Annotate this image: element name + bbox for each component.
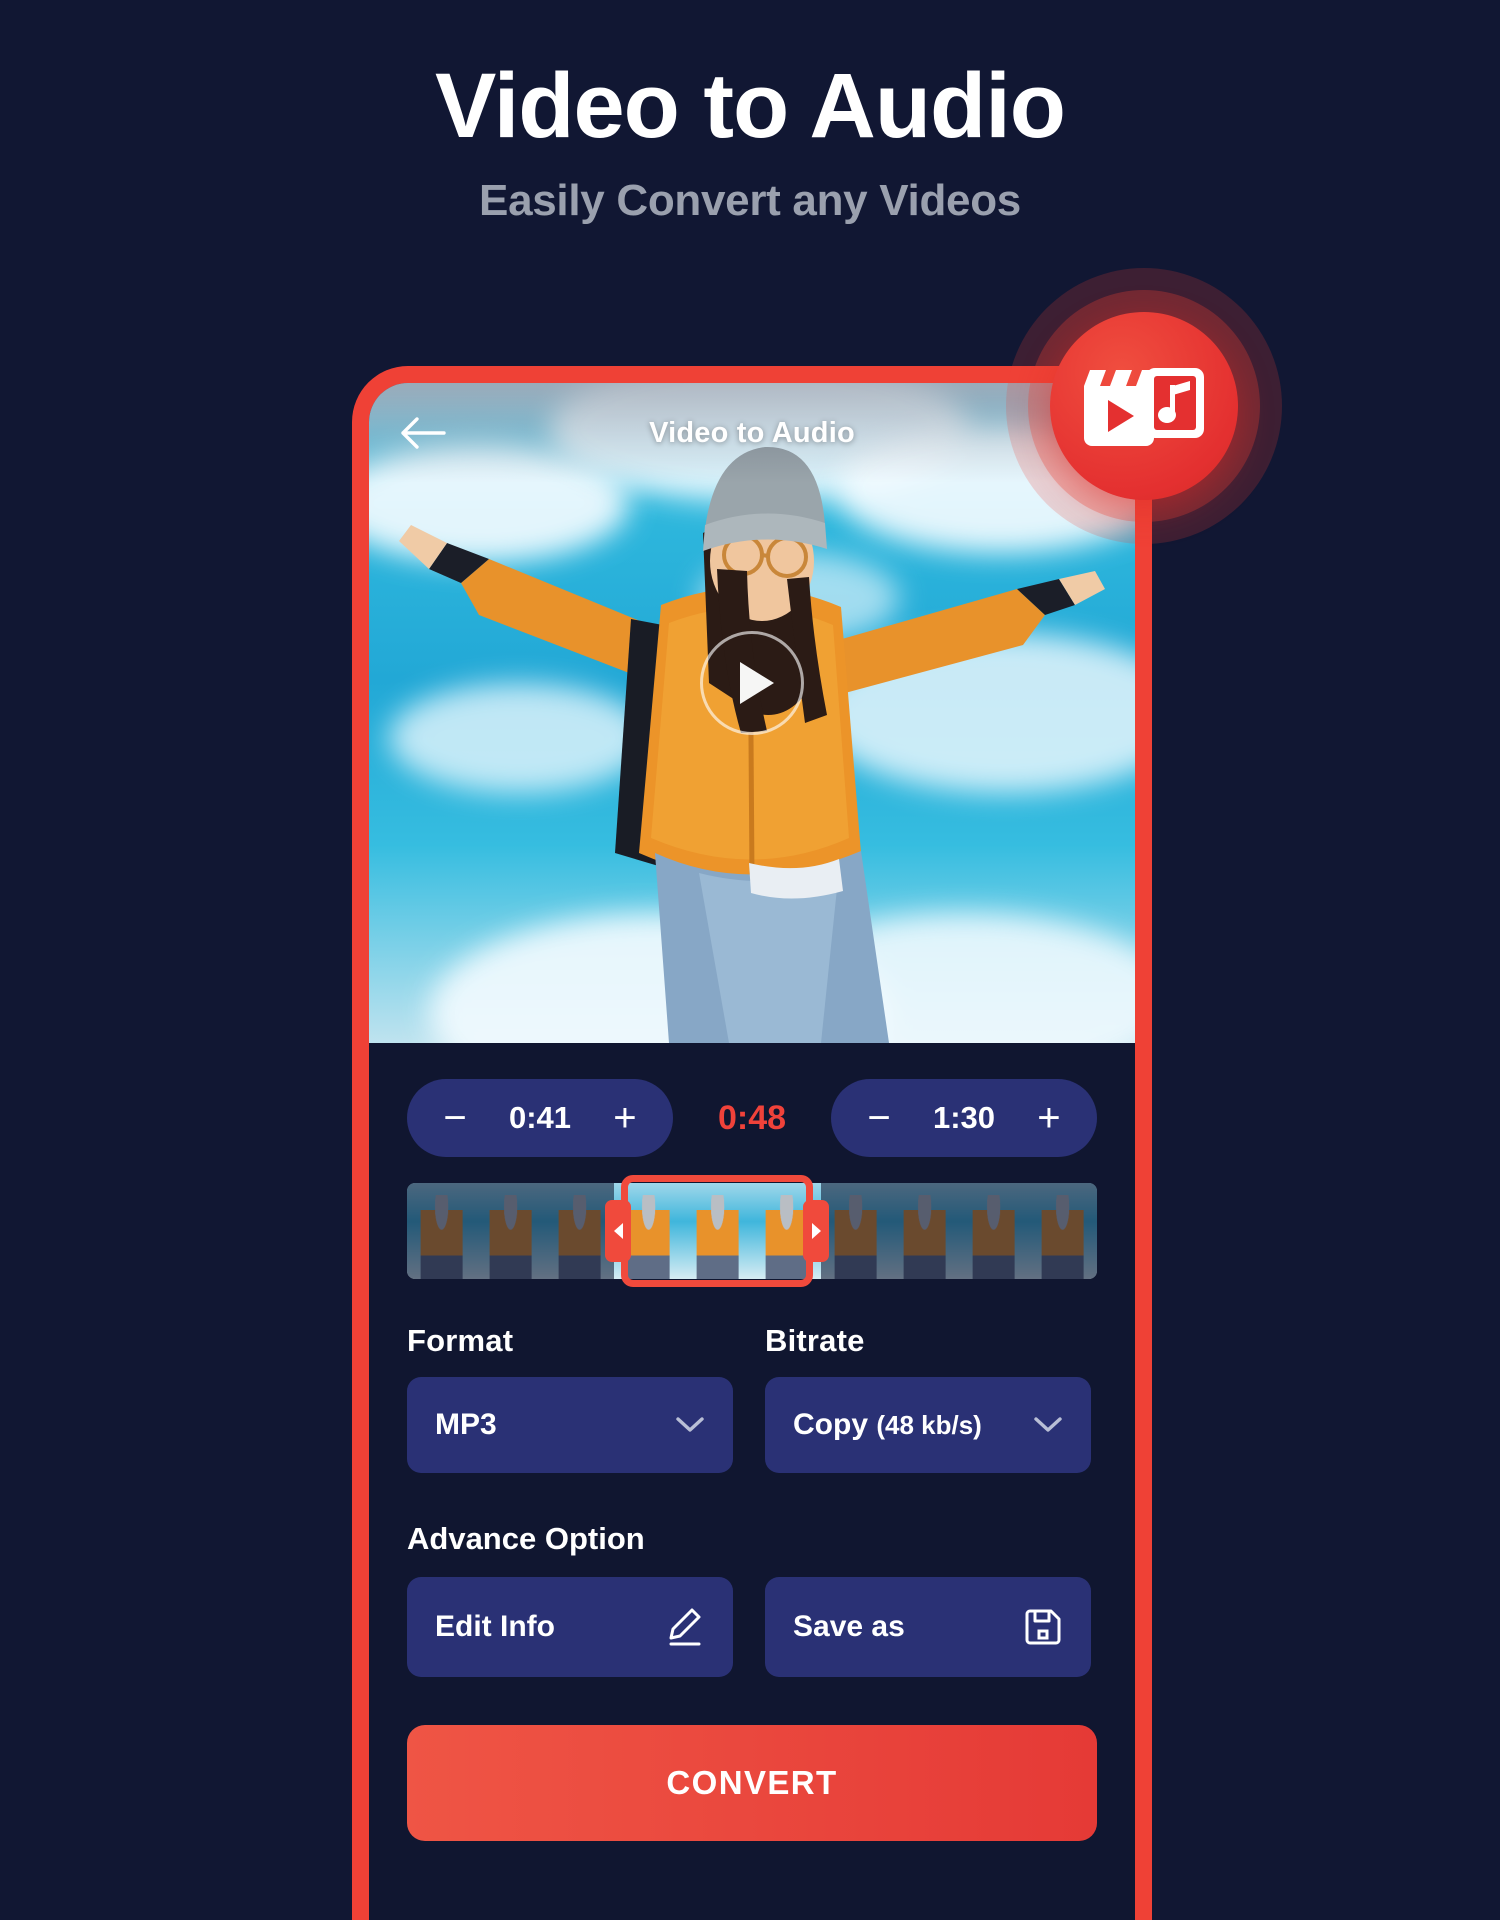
floppy-disk-icon [1025,1609,1061,1645]
start-time-minus-button[interactable]: − [435,1098,475,1138]
filmstrip-frame [614,1183,683,1279]
chevron-down-icon [676,1417,704,1432]
app-icon-badge [1006,268,1282,544]
back-arrow-icon [401,417,446,449]
filmstrip-frame [821,1183,890,1279]
badge-circle [1050,312,1238,500]
filmstrip-frame [476,1183,545,1279]
app-header-title: Video to Audio [649,416,855,449]
filmstrip [407,1183,1097,1279]
chevron-down-icon [1034,1417,1062,1432]
play-button[interactable] [700,631,804,735]
save-as-label: Save as [793,1610,905,1643]
filmstrip-frame [890,1183,959,1279]
page-title: Video to Audio [435,55,1066,157]
convert-button[interactable]: CONVERT [407,1725,1097,1841]
format-bitrate-selects: MP3 Copy (48 kb/s) [407,1377,1097,1473]
filmstrip-frame [752,1183,821,1279]
format-value: MP3 [435,1408,497,1441]
bitrate-value: Copy (48 kb/s) [793,1408,982,1442]
end-time-stepper[interactable]: − 1:30 + [831,1079,1097,1157]
bitrate-label: Bitrate [765,1323,865,1358]
edit-info-label: Edit Info [435,1610,555,1643]
format-bitrate-labels: Format Bitrate [407,1323,1097,1359]
bitrate-value-text: Copy [793,1408,868,1441]
controls-panel: − 0:41 + 0:48 − 1:30 + Format Bitrate MP… [369,1079,1135,1841]
end-time-plus-button[interactable]: + [1029,1098,1069,1138]
filmstrip-frame [545,1183,614,1279]
bitrate-select[interactable]: Copy (48 kb/s) [765,1377,1091,1473]
start-time-plus-button[interactable]: + [605,1098,645,1138]
pencil-icon [669,1608,701,1646]
filmstrip-frame [959,1183,1028,1279]
trim-time-row: − 0:41 + 0:48 − 1:30 + [407,1079,1097,1157]
start-time-stepper[interactable]: − 0:41 + [407,1079,673,1157]
format-select[interactable]: MP3 [407,1377,733,1473]
save-as-button[interactable]: Save as [765,1577,1091,1677]
phone-mockup: Video to Audio − 0:41 + 0:48 − 1:30 + Fo… [352,366,1152,1920]
start-time-value: 0:41 [508,1100,572,1135]
back-button[interactable] [391,401,455,465]
filmstrip-frame [1028,1183,1097,1279]
current-time-label: 0:48 [717,1098,787,1137]
bitrate-units: (48 kb/s) [876,1410,982,1440]
edit-info-button[interactable]: Edit Info [407,1577,733,1677]
filmstrip-frame [683,1183,752,1279]
promo-page: Video to Audio Easily Convert any Videos [0,0,1500,1920]
format-label: Format [407,1323,514,1358]
video-to-audio-app-icon [1084,368,1204,446]
page-subtitle: Easily Convert any Videos [479,176,1021,225]
filmstrip-frame [407,1183,476,1279]
advance-option-label: Advance Option [407,1521,645,1556]
end-time-value: 1:30 [932,1100,996,1135]
play-icon [739,662,774,704]
advance-option-buttons: Edit Info Save as [407,1577,1097,1677]
timeline-trimmer[interactable] [407,1175,1097,1287]
end-time-minus-button[interactable]: − [859,1098,899,1138]
